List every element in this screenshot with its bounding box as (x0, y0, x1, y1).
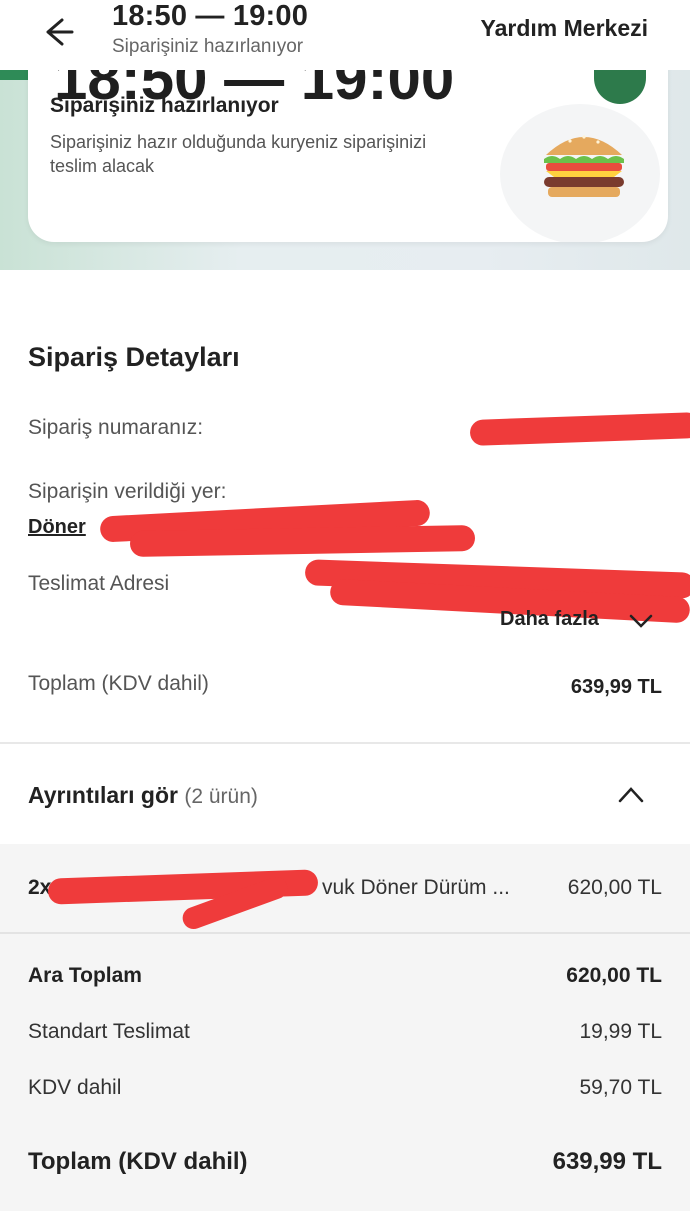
top-bar: 18:50 — 19:00 Siparişiniz hazırlanıyor Y… (0, 0, 690, 70)
delivery-address-label: Teslimat Adresi (28, 572, 170, 595)
vat-label: KDV dahil (28, 1076, 122, 1099)
delivery-fee-value: 19,99 TL (579, 1020, 662, 1043)
leaf-decoration (594, 70, 646, 104)
subtotal-label: Ara Toplam (28, 964, 142, 987)
price-summary: Ara Toplam 620,00 TL Standart Teslimat 1… (0, 934, 690, 1211)
grand-total-value: 639,99 TL (552, 1148, 662, 1175)
chevron-up-icon[interactable] (616, 785, 646, 805)
details-toggle-label: Ayrıntıları gör (28, 782, 178, 808)
back-arrow-icon[interactable] (36, 12, 76, 52)
order-status-hero: 18:50 — 19:00 Siparişiniz hazırlanıyor S… (0, 70, 690, 270)
redaction-mark (129, 524, 476, 558)
total-label: Toplam (KDV dahil) (28, 672, 209, 695)
section-title: Sipariş Detayları (28, 342, 240, 372)
status-card: 18:50 — 19:00 Siparişiniz hazırlanıyor S… (28, 70, 668, 242)
show-more-button[interactable]: Daha fazla (500, 608, 599, 631)
total-value: 639,99 TL (570, 676, 662, 698)
hero-status-description: Siparişiniz hazır olduğunda kuryeniz sip… (50, 132, 427, 176)
order-place-link[interactable]: Döner (28, 516, 86, 539)
header-time-range: 18:50 — 19:00 (112, 0, 309, 32)
order-number-label: Sipariş numaranız: (28, 416, 204, 439)
header-status: Siparişiniz hazırlanıyor (112, 36, 304, 57)
vat-value: 59,70 TL (579, 1076, 662, 1099)
item-list: 2x vuk Döner Dürüm ... 620,00 TL (0, 844, 690, 936)
redaction-mark (469, 411, 690, 447)
item-count: (2 ürün) (184, 785, 258, 808)
details-toggle[interactable]: Ayrıntıları gör (2 ürün) (28, 782, 258, 809)
order-place-label: Siparişin verildiği yer: (28, 480, 227, 503)
help-center-link[interactable]: Yardım Merkezi (481, 15, 648, 42)
item-price: 620,00 TL (567, 876, 662, 899)
hero-status-title: Siparişiniz hazırlanıyor (50, 94, 279, 117)
delivery-fee-label: Standart Teslimat (28, 1020, 190, 1043)
divider (0, 742, 690, 744)
burger-icon (544, 135, 624, 197)
item-name: vuk Döner Dürüm ... (322, 876, 510, 899)
subtotal-value: 620,00 TL (566, 964, 662, 987)
grand-total-label: Toplam (KDV dahil) (28, 1148, 248, 1175)
chevron-down-icon[interactable] (628, 612, 654, 630)
